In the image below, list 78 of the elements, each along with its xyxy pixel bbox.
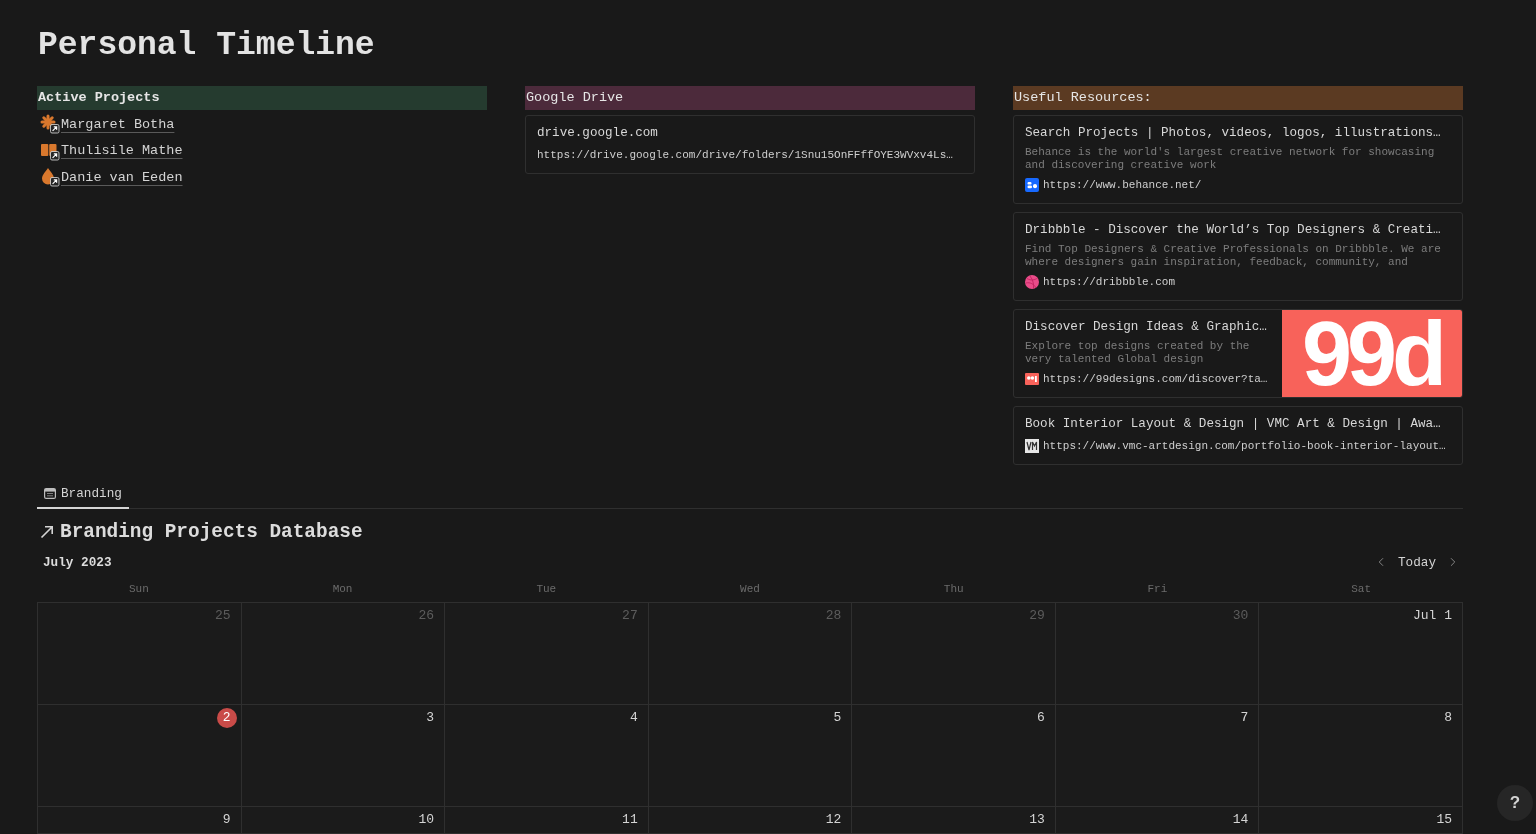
day-number: 6 xyxy=(1036,709,1046,727)
bookmark-card[interactable]: Discover Design Ideas & Graphic… Explore top designs created by the very talented Global design https://99designs.com/discover?ta… 99d xyxy=(1013,309,1463,398)
bookmark-description: Explore top designs created by the very talented Global design xyxy=(1025,340,1251,366)
day-number: 30 xyxy=(1231,607,1250,625)
calendar-cell[interactable]: 5 xyxy=(648,705,853,807)
day-number: 8 xyxy=(1443,709,1453,727)
logo-text: 99d xyxy=(1301,313,1443,394)
weekday-label: Mon xyxy=(331,582,354,597)
calendar-cell[interactable]: 10 xyxy=(241,807,446,834)
calendar-cell[interactable]: 6 xyxy=(852,705,1056,807)
day-number: 27 xyxy=(621,607,639,625)
weekday-label: Sat xyxy=(1350,582,1373,597)
weekday-label: Wed xyxy=(739,582,761,597)
page-link[interactable]: Danie van Eeden xyxy=(37,164,183,191)
calendar-cell[interactable]: 8 xyxy=(1259,705,1463,807)
calendar-cell[interactable]: 9 xyxy=(38,807,242,834)
link-arrow-icon xyxy=(40,524,54,539)
calendar-cell[interactable]: 12 xyxy=(648,807,853,834)
bookmark-title: drive.google.com xyxy=(537,125,659,142)
page-link[interactable]: Thulisile Mathe xyxy=(37,137,183,164)
month-label: July 2023 xyxy=(43,554,112,570)
calendar-cell[interactable]: 11 xyxy=(445,807,649,834)
calendar-cell[interactable]: 3 xyxy=(241,705,446,807)
calendar-cell[interactable]: Jul 1 xyxy=(1259,603,1463,705)
calendar-cell[interactable]: 4 xyxy=(445,705,649,807)
drop-icon xyxy=(40,167,60,188)
day-number: 25 xyxy=(213,607,232,625)
day-number: 13 xyxy=(1028,811,1046,829)
bookmark-card[interactable]: Dribbble - Discover the World’s Top Designers & Creati… Find Top Designers & Creative Professionals on Dribbble. We are where designers gain inspiration, feedback, community, and https://dribbble.com xyxy=(1013,212,1463,301)
weekday-label: Thu xyxy=(942,582,965,597)
page-link[interactable]: Margaret Botha xyxy=(37,111,175,138)
bookmark-url: https://dribbble.com xyxy=(1043,276,1176,288)
bookmark-url: https://99designs.com/discover?ta… xyxy=(1043,373,1268,385)
bookmark-title: Book Interior Layout & Design | VMC Art & Design | Awa… xyxy=(1025,416,1442,433)
bookmark-description: Behance is the world's largest creative network for showcasing and discovering creative work xyxy=(1025,146,1436,172)
view-tab[interactable]: Branding xyxy=(37,480,129,509)
section-heading: Google Drive xyxy=(525,86,975,110)
calendar-cell[interactable]: 13 xyxy=(852,807,1056,834)
day-number: 11 xyxy=(621,811,639,829)
calendar-cell[interactable]: 15 xyxy=(1259,807,1463,834)
weekday-label: Tue xyxy=(535,582,558,597)
bookmark-url: https://drive.google.com/drive/folders/1Snu15OnFFffOYE3WVxv4Ls… xyxy=(537,149,953,161)
page-title: Personal Timeline xyxy=(38,26,376,66)
calendar-icon xyxy=(44,488,56,499)
bookmark-card[interactable]: Book Interior Layout & Design | VMC Art & Design | Awa… https://www.vmc-artdesign.com/portfolio-book-interior-layout… xyxy=(1013,406,1463,465)
bookmark-description: Find Top Designers & Creative Professionals on Dribbble. We are where designers gain inspiration, feedback, community, and xyxy=(1025,243,1442,269)
day-number: 5 xyxy=(832,709,843,727)
day-number: 9 xyxy=(221,811,232,829)
day-number: 15 xyxy=(1435,811,1453,829)
day-number: 14 xyxy=(1231,811,1250,829)
day-number: 10 xyxy=(417,811,436,829)
day-number: 3 xyxy=(425,709,436,727)
bookmark-card[interactable]: drive.google.com https://drive.google.com/drive/folders/1Snu15OnFFffOYE3WVxv4Ls… xyxy=(525,115,975,174)
calendar-cell[interactable]: 7 xyxy=(1055,705,1260,807)
weekday-label: Sun xyxy=(127,582,150,597)
day-number: Jul 1 xyxy=(1411,607,1453,625)
calendar-cell[interactable]: 14 xyxy=(1055,807,1260,834)
bookmark-title: Search Projects | Photos, videos, logos, illustrations… xyxy=(1025,125,1442,142)
help-button[interactable]: ? xyxy=(1497,785,1533,821)
bookmark-title: Dribbble - Discover the World’s Top Designers & Creati… xyxy=(1025,222,1442,239)
bookmark-card[interactable]: Search Projects | Photos, videos, logos, illustrations… Behance is the world's largest creative network for showcasing and discovering creative work https://www.behance.net/ xyxy=(1013,115,1463,204)
weekday-label: Fri xyxy=(1146,582,1169,597)
day-number: 29 xyxy=(1028,607,1046,625)
today-button[interactable]: Today xyxy=(1393,554,1440,570)
asterisk-icon xyxy=(40,114,60,135)
day-number: 7 xyxy=(1239,709,1250,727)
bookmark-url: https://www.behance.net/ xyxy=(1043,179,1202,191)
day-number: 2 xyxy=(216,708,237,728)
day-number: 12 xyxy=(824,811,843,829)
calendar-cell[interactable]: 2 xyxy=(38,705,242,807)
bookmark-title: Discover Design Ideas & Graphic… xyxy=(1025,319,1268,336)
section-heading: Active Projects xyxy=(37,86,487,110)
day-number: 28 xyxy=(824,607,843,625)
bookmark-url: https://www.vmc-artdesign.com/portfolio-book-interior-layout… xyxy=(1043,440,1446,452)
section-heading: Useful Resources: xyxy=(1013,86,1463,110)
day-number: 26 xyxy=(417,607,436,625)
database-title: Branding Projects Database xyxy=(60,520,363,543)
day-number: 4 xyxy=(628,709,639,727)
